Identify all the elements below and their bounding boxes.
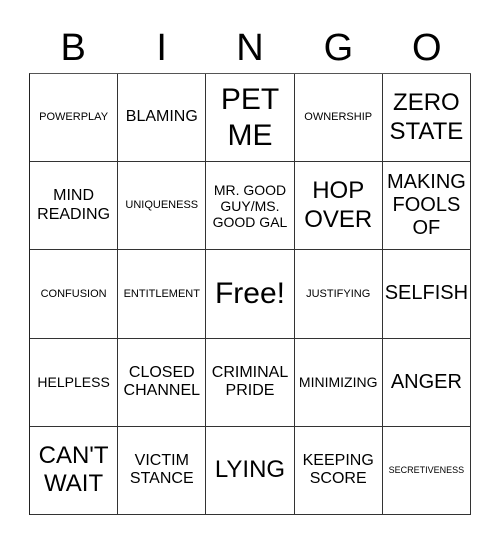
- header-letter-n: N: [236, 27, 264, 69]
- bingo-cell-r0-c0[interactable]: POWERPLAY: [30, 74, 119, 163]
- bingo-free-space[interactable]: Free!: [206, 250, 295, 339]
- bingo-cell-r2-c0[interactable]: CONFUSION: [30, 250, 119, 339]
- bingo-cell-r1-c1[interactable]: UNIQUENESS: [118, 162, 207, 251]
- bingo-cell-r3-c1[interactable]: CLOSED CHANNEL: [118, 338, 207, 427]
- bingo-cell-r2-c1[interactable]: ENTITLEMENT: [118, 250, 207, 339]
- bingo-cell-r0-c4[interactable]: ZERO STATE: [382, 74, 471, 163]
- bingo-cell-r3-c3[interactable]: MINIMIZING: [294, 338, 383, 427]
- bingo-header: B I N G O: [29, 22, 471, 74]
- bingo-grid: POWERPLAY BLAMING PET ME OWNERSHIP ZERO …: [29, 73, 471, 515]
- bingo-cell-r4-c3[interactable]: KEEPING SCORE: [294, 426, 383, 515]
- bingo-cell-r4-c4[interactable]: SECRETIVENESS: [382, 426, 471, 515]
- bingo-cell-r1-c2[interactable]: MR. GOOD GUY/MS. GOOD GAL: [206, 162, 295, 251]
- header-letter-g: G: [323, 27, 354, 69]
- bingo-cell-r4-c2[interactable]: LYING: [206, 426, 295, 515]
- bingo-cell-r2-c3[interactable]: JUSTIFYING: [294, 250, 383, 339]
- bingo-cell-r2-c4[interactable]: SELFISH: [382, 250, 471, 339]
- bingo-cell-r3-c2[interactable]: CRIMINAL PRIDE: [206, 338, 295, 427]
- bingo-cell-r1-c0[interactable]: MIND READING: [30, 162, 119, 251]
- header-letter-b: B: [60, 27, 86, 69]
- header-letter-o: O: [412, 27, 442, 69]
- bingo-cell-r3-c4[interactable]: ANGER: [382, 338, 471, 427]
- bingo-cell-r0-c2[interactable]: PET ME: [206, 74, 295, 163]
- bingo-cell-r3-c0[interactable]: HELPLESS: [30, 338, 119, 427]
- header-letter-i: I: [156, 27, 167, 69]
- bingo-cell-r4-c1[interactable]: VICTIM STANCE: [118, 426, 207, 515]
- bingo-cell-r0-c1[interactable]: BLAMING: [118, 74, 207, 163]
- bingo-cell-r4-c0[interactable]: CAN'T WAIT: [30, 426, 119, 515]
- bingo-cell-r0-c3[interactable]: OWNERSHIP: [294, 74, 383, 163]
- bingo-cell-r1-c3[interactable]: HOP OVER: [294, 162, 383, 251]
- bingo-cell-r1-c4[interactable]: MAKING FOOLS OF: [382, 162, 471, 251]
